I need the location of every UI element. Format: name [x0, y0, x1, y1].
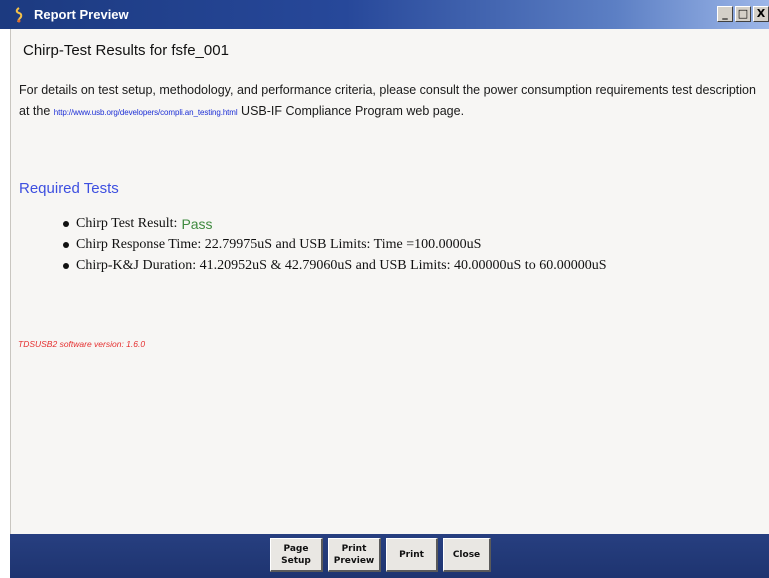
print-button[interactable]: Print [386, 538, 438, 572]
bullet-icon [63, 262, 69, 269]
compliance-link[interactable]: http://www.usb.org/developers/compli.an_… [54, 108, 238, 117]
software-version: TDSUSB2 software version: 1.6.0 [18, 339, 146, 349]
chirp-result-label: Chirp Test Result: [76, 215, 178, 231]
window-controls: _ □ X [717, 6, 769, 23]
list-item: Chirp Test Result: Pass [63, 213, 606, 234]
chirp-kj-duration: Chirp-K&J Duration: 41.20952uS & 42.7906… [76, 257, 607, 273]
print-preview-label-line1: Print [341, 543, 367, 554]
page-setup-button[interactable]: Page Setup [270, 538, 323, 572]
window-title: Report Preview [34, 7, 129, 22]
intro-paragraph: For details on test setup, methodology, … [19, 80, 761, 123]
page-setup-label-line1: Page [283, 543, 309, 554]
button-row: Page Setup Print Preview Print Close [270, 538, 491, 572]
bullet-icon [63, 220, 69, 227]
report-title: Chirp-Test Results for fsfe_001 [23, 42, 229, 59]
print-preview-label-line2: Preview [333, 555, 375, 566]
print-preview-button[interactable]: Print Preview [328, 538, 381, 572]
intro-text-part2: USB-IF Compliance Program web page. [241, 104, 465, 118]
chirp-response-time: Chirp Response Time: 22.79975uS and USB … [76, 236, 482, 252]
button-bar: Page Setup Print Preview Print Close [10, 534, 769, 578]
title-bar[interactable]: Report Preview _ □ X [0, 0, 769, 29]
test-results-list: Chirp Test Result: Pass Chirp Response T… [63, 213, 606, 276]
app-icon [10, 6, 28, 24]
minimize-button[interactable]: _ [717, 6, 733, 22]
report-content: Chirp-Test Results for fsfe_001 For deta… [10, 29, 769, 534]
chirp-result-value: Pass [181, 215, 213, 232]
list-item: Chirp Response Time: 22.79975uS and USB … [63, 234, 606, 255]
required-tests-heading: Required Tests [19, 180, 119, 197]
close-button[interactable]: Close [443, 538, 491, 572]
close-window-button[interactable]: X [753, 6, 769, 22]
maximize-button[interactable]: □ [735, 6, 751, 22]
list-item: Chirp-K&J Duration: 41.20952uS & 42.7906… [63, 255, 606, 276]
page-setup-label-line2: Setup [281, 555, 311, 566]
bullet-icon [63, 241, 69, 248]
